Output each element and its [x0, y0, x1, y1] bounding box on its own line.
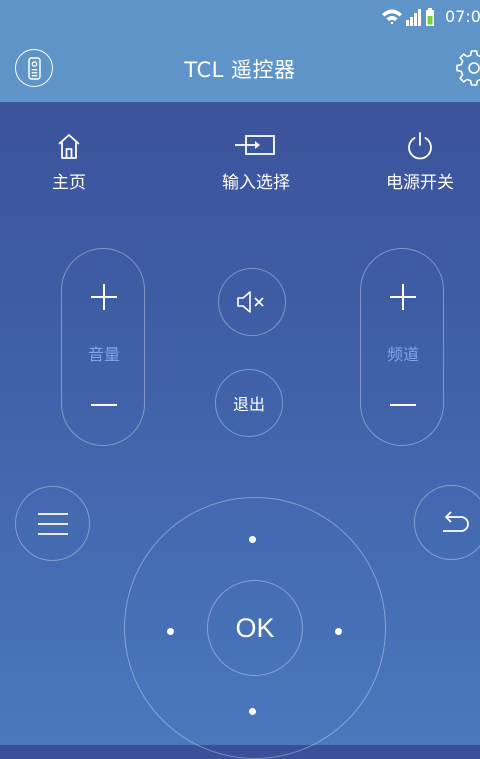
battery-icon	[426, 8, 434, 26]
menu-icon	[37, 512, 68, 535]
home-icon	[58, 134, 80, 159]
dpad-right-button[interactable]	[335, 628, 342, 635]
plus-icon	[390, 284, 416, 310]
status-icons	[382, 8, 434, 26]
back-button[interactable]	[414, 485, 480, 560]
power-button[interactable]: 电源开关	[360, 128, 480, 193]
mute-icon	[237, 291, 264, 313]
dpad-left-button[interactable]	[167, 628, 174, 635]
app-header: TCL 遥控器	[0, 34, 480, 102]
channel-up-button[interactable]	[361, 277, 445, 317]
input-select-button[interactable]: 输入选择	[196, 128, 316, 193]
mute-button[interactable]	[218, 268, 286, 336]
volume-down-button[interactable]	[62, 385, 146, 425]
back-icon	[443, 510, 469, 532]
settings-gear-icon[interactable]	[456, 50, 480, 86]
ok-button[interactable]: OK	[207, 580, 303, 676]
dpad-down-button[interactable]	[249, 708, 256, 715]
power-label: 电源开关	[386, 173, 454, 193]
plus-icon	[91, 284, 117, 310]
volume-label: 音量	[87, 345, 120, 364]
wifi-icon	[382, 9, 402, 25]
input-source-icon	[235, 135, 275, 155]
status-time: 07:0	[445, 7, 480, 26]
menu-button[interactable]	[15, 486, 90, 561]
exit-button[interactable]: 退出	[215, 369, 283, 437]
channel-label: 频道	[386, 345, 419, 364]
minus-icon	[91, 404, 117, 406]
volume-control: 音量	[61, 248, 145, 446]
power-icon	[408, 132, 432, 160]
channel-control: 频道	[360, 248, 444, 446]
minus-icon	[390, 404, 416, 406]
signal-icon	[406, 9, 421, 26]
direction-pad: OK	[124, 497, 386, 759]
home-label: 主页	[52, 173, 86, 193]
exit-label: 退出	[232, 395, 265, 414]
dpad-up-button[interactable]	[249, 536, 256, 543]
home-button[interactable]: 主页	[9, 128, 129, 193]
volume-up-button[interactable]	[62, 277, 146, 317]
input-select-label: 输入选择	[222, 173, 290, 193]
status-bar: 07:0	[0, 0, 480, 34]
page-title: TCL 遥控器	[184, 58, 296, 82]
channel-down-button[interactable]	[361, 385, 445, 425]
